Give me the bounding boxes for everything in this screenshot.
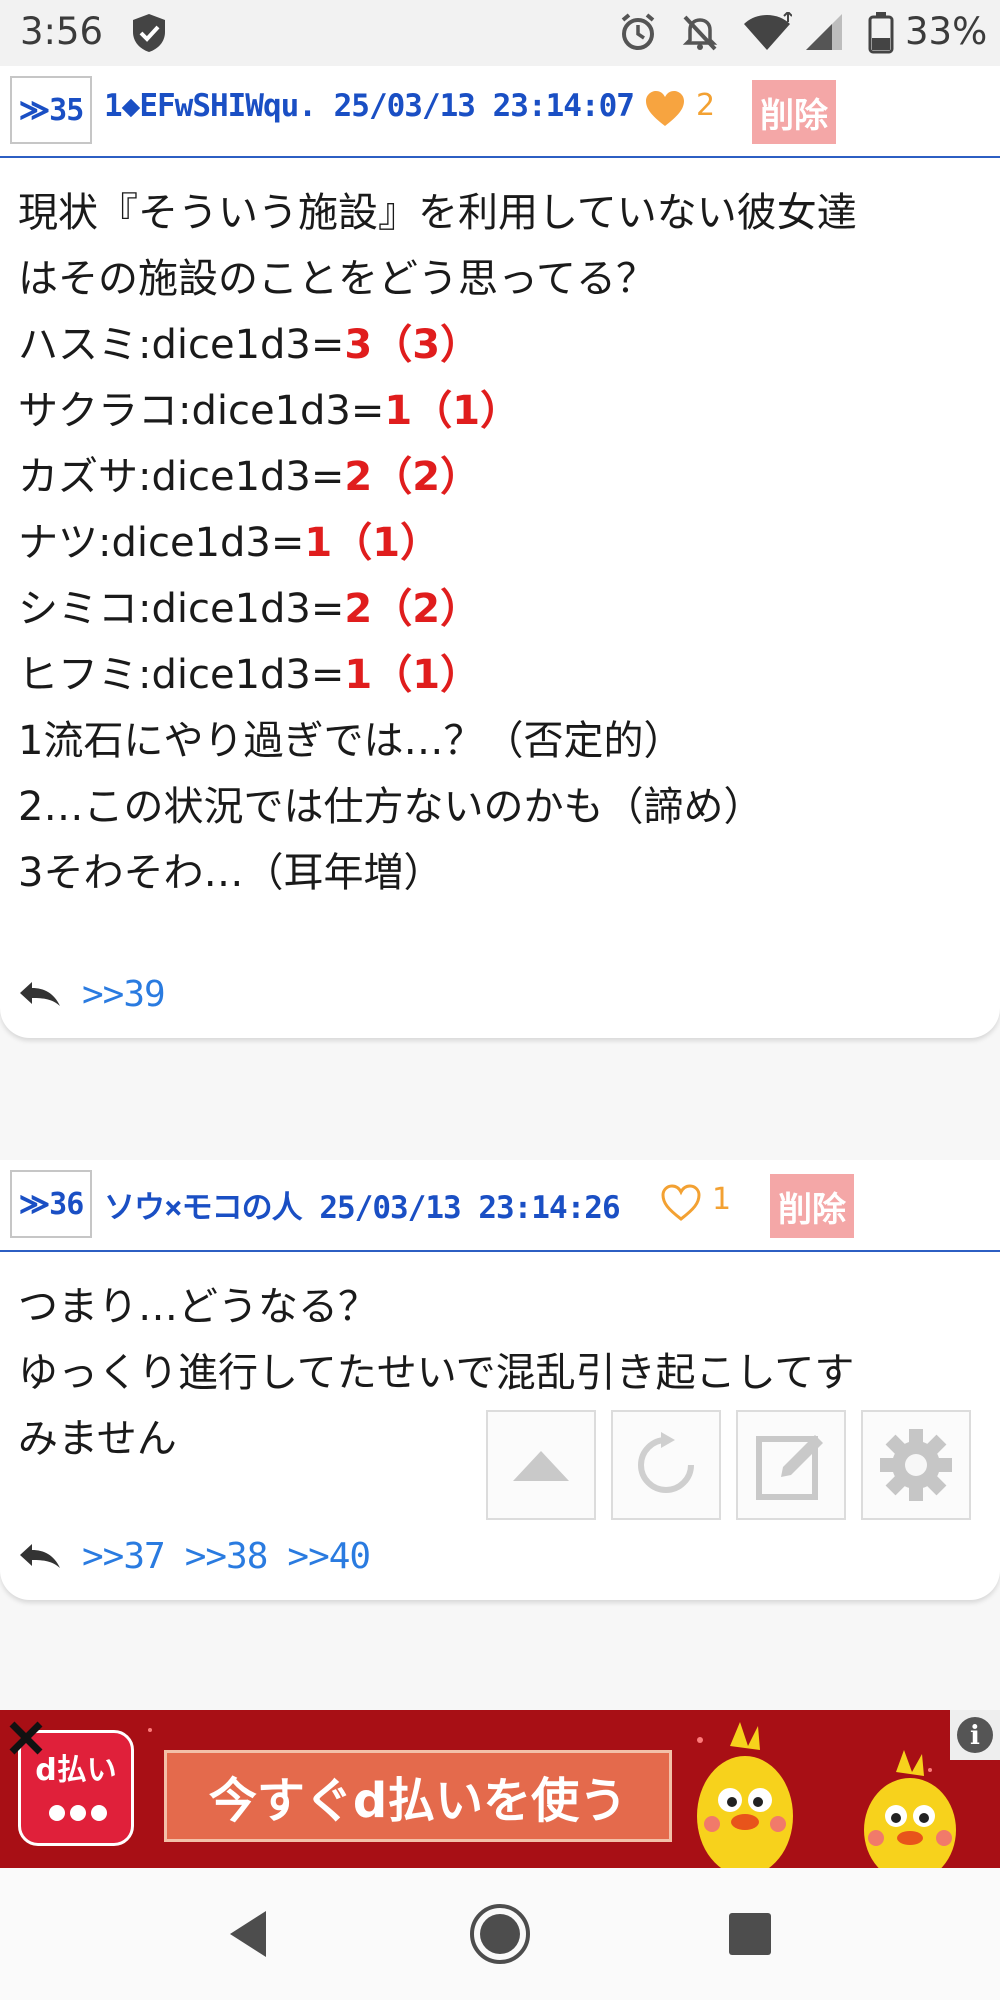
post-author-and-date[interactable]: ソウ×モコの人 25/03/13 23:14:26 [104, 1182, 621, 1227]
post-timestamp: 25/03/13 23:14:26 [319, 1190, 620, 1226]
compose-icon [756, 1435, 823, 1500]
dice-result: 2 [344, 454, 373, 500]
ad-mascot-image [697, 1722, 793, 1868]
ad-logo-dots [49, 1805, 107, 1821]
reply-link[interactable]: >>40 [287, 1536, 371, 1577]
post-number-button[interactable]: ≫35 [10, 76, 92, 144]
notifications-off-icon [682, 15, 718, 51]
dice-line: ハスミ:dice1d3=3（3） [18, 312, 1000, 378]
dice-result-paren: （2） [372, 586, 481, 632]
scroll-top-icon [513, 1451, 569, 1481]
shield-icon [133, 14, 165, 52]
status-bar: 3:56 33% [0, 0, 1000, 66]
like-count: 1 [712, 1182, 732, 1217]
dice-label: ヒフミ:dice1d3= [18, 652, 345, 698]
post-timestamp: 25/03/13 23:14:07 [333, 88, 635, 124]
ad-info-label: i [970, 1721, 980, 1751]
reply-icon[interactable] [18, 979, 62, 1009]
info-icon: i [957, 1717, 993, 1753]
dice-result: 1 [344, 652, 373, 698]
recents-icon [729, 1913, 771, 1955]
delete-button[interactable]: 削除 [752, 80, 836, 144]
post-author-and-date[interactable]: 1◆EFwSHIWqu. 25/03/13 23:14:07 [104, 88, 635, 124]
dice-result-paren: （1） [372, 652, 481, 698]
dice-result-paren: （3） [372, 322, 481, 368]
back-button[interactable] [178, 1868, 318, 2000]
heart-filled-icon[interactable] [644, 90, 686, 128]
home-button[interactable] [430, 1868, 570, 2000]
dice-line: サクラコ:dice1d3=1（1） [18, 378, 1000, 444]
battery-percent: 33% [905, 10, 988, 53]
dice-line: シミコ:dice1d3=2（2） [18, 576, 1000, 642]
ad-close-icon[interactable] [6, 1718, 46, 1758]
post-author[interactable]: ソウ×モコの人 [104, 1190, 303, 1226]
navigation-bar [0, 1868, 1000, 2000]
post-header: ≫36 ソウ×モコの人 25/03/13 23:14:26 1 削除 [0, 1160, 1000, 1252]
recents-button[interactable] [680, 1868, 820, 2000]
dice-line: ヒフミ:dice1d3=1（1） [18, 642, 1000, 708]
alarm-icon [621, 13, 655, 50]
status-time: 3:56 [20, 10, 104, 53]
post-line: 2…この状況では仕方ないのかも（諦め） [18, 784, 764, 830]
post-line: つまり…どうなる？ [18, 1284, 378, 1330]
reply-link[interactable]: >>38 [185, 1536, 269, 1577]
post-line: ゆっくり進行してたせいで混乱引き起こしてす [18, 1350, 855, 1396]
battery-icon [868, 12, 894, 54]
post-line: 3そわそわ…（耳年増） [18, 850, 444, 896]
post-header: ≫35 1◆EFwSHIWqu. 25/03/13 23:14:07 2 削除 [0, 66, 1000, 158]
post-author[interactable]: 1◆EFwSHIWqu. [104, 88, 317, 124]
dice-label: ナツ:dice1d3= [18, 520, 305, 566]
reply-icon[interactable] [18, 1541, 62, 1571]
reply-link[interactable]: >>39 [82, 974, 166, 1015]
back-icon [230, 1911, 266, 1957]
settings-icon [880, 1429, 952, 1501]
post-line: 1流石にやり過ぎでは…？（否定的） [18, 718, 684, 764]
refresh-icon [638, 1432, 694, 1493]
home-icon [470, 1904, 530, 1964]
dice-label: ハスミ:dice1d3= [18, 322, 345, 368]
settings-button[interactable] [861, 1410, 971, 1520]
dice-result-paren: （2） [372, 454, 481, 500]
post-line: 現状『そういう施設』を利用していない彼女達 [18, 190, 857, 236]
dice-label: シミコ:dice1d3= [18, 586, 345, 632]
reply-row: >>37 >>38 >>40 [18, 1532, 371, 1580]
dice-result: 2 [344, 586, 373, 632]
like-count: 2 [696, 88, 716, 123]
post-body: 現状『そういう施設』を利用していない彼女達 はその施設のことをどう思ってる？ ハ… [0, 158, 1000, 1038]
ad-mascot-image [864, 1750, 956, 1868]
refresh-button[interactable] [611, 1410, 721, 1520]
dice-result: 1 [304, 520, 333, 566]
ad-banner[interactable]: d払い 今すぐd払いを使う i [0, 1710, 1000, 1868]
dice-label: カズサ:dice1d3= [18, 454, 345, 500]
ad-cta-button[interactable]: 今すぐd払いを使う [164, 1750, 672, 1842]
dice-label: サクラコ:dice1d3= [18, 388, 385, 434]
post-number-button[interactable]: ≫36 [10, 1170, 92, 1238]
dice-line: ナツ:dice1d3=1（1） [18, 510, 1000, 576]
dice-result: 1 [384, 388, 413, 434]
post-line: はその施設のことをどう思ってる？ [18, 256, 656, 302]
ad-info-button[interactable]: i [950, 1710, 1000, 1760]
reply-link[interactable]: >>37 [82, 1536, 166, 1577]
dice-line: カズサ:dice1d3=2（2） [18, 444, 1000, 510]
scroll-top-button[interactable] [486, 1410, 596, 1520]
cellular-signal-icon [806, 14, 842, 50]
wifi-icon [744, 12, 792, 50]
reply-row: >>39 [18, 970, 166, 1018]
dice-result-paren: （1） [332, 520, 441, 566]
dice-result-paren: （1） [412, 388, 521, 434]
heart-outline-icon[interactable] [660, 1184, 702, 1222]
compose-button[interactable] [736, 1410, 846, 1520]
delete-button[interactable]: 削除 [770, 1174, 854, 1238]
dice-result: 3 [344, 322, 373, 368]
